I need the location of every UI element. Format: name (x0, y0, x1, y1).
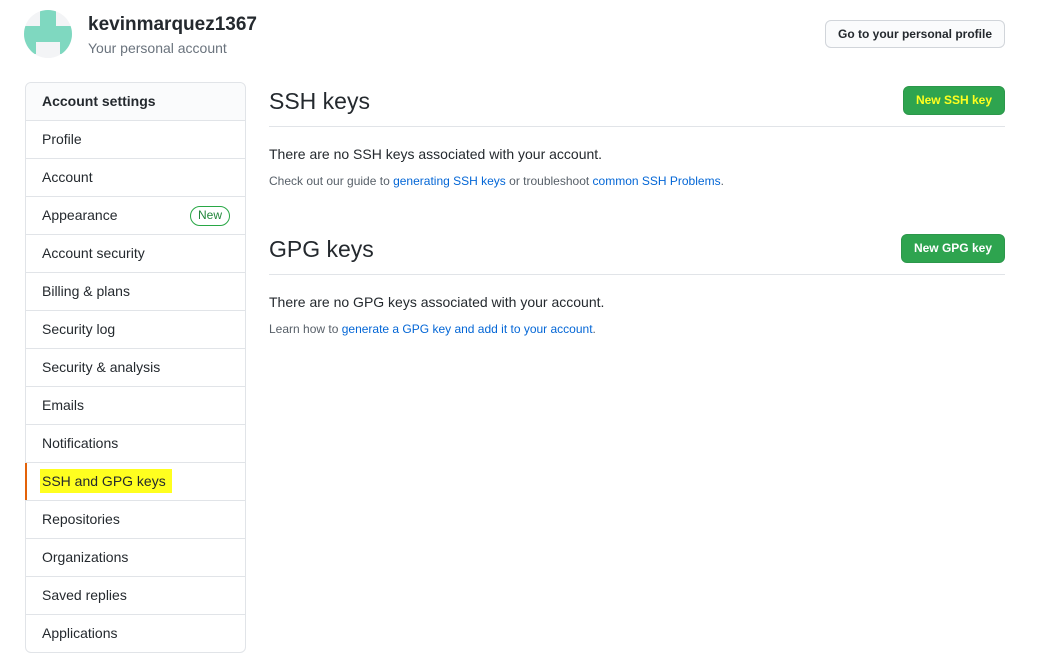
sidebar-item-label: Account (42, 169, 93, 185)
account-type-label: Your personal account (88, 40, 227, 56)
sidebar-item-label: Repositories (42, 511, 120, 527)
new-ssh-key-label: New SSH key (915, 93, 992, 107)
sidebar-item-billing[interactable]: Billing & plans (26, 273, 245, 311)
common-ssh-problems-link[interactable]: common SSH Problems (593, 174, 721, 188)
gpg-help-text: Learn how to generate a GPG key and add … (269, 322, 1005, 336)
sidebar-item-label: Billing & plans (42, 283, 130, 299)
gpg-keys-title: GPG keys (269, 236, 374, 262)
sidebar-item-security-analysis[interactable]: Security & analysis (26, 349, 245, 387)
ssh-help-prefix: Check out our guide to (269, 174, 394, 188)
sidebar-item-security-log[interactable]: Security log (26, 311, 245, 349)
sidebar-item-account[interactable]: Account (26, 159, 245, 197)
new-gpg-key-label: New GPG key (913, 241, 992, 255)
sidebar-item-label: Appearance (42, 207, 118, 223)
gpg-keys-section: GPG keys New GPG key There are no GPG ke… (269, 230, 1005, 336)
settings-sidebar: Account settings Profile Account Appeara… (25, 82, 246, 653)
sidebar-item-organizations[interactable]: Organizations (26, 539, 245, 577)
new-gpg-key-button[interactable]: New GPG key (900, 234, 1005, 263)
sidebar-item-label: Saved replies (42, 587, 127, 603)
sidebar-heading: Account settings (26, 83, 245, 121)
sidebar-item-label: Notifications (42, 435, 119, 451)
ssh-keys-header: SSH keys New SSH key (269, 82, 1005, 127)
sidebar-item-appearance[interactable]: Appearance New (26, 197, 245, 235)
sidebar-item-applications[interactable]: Applications (26, 615, 245, 652)
sidebar-item-saved-replies[interactable]: Saved replies (26, 577, 245, 615)
username[interactable]: kevinmarquez1367 (88, 14, 257, 36)
sidebar-item-label: SSH and GPG keys (40, 469, 172, 493)
sidebar-item-emails[interactable]: Emails (26, 387, 245, 425)
sidebar-item-profile[interactable]: Profile (26, 121, 245, 159)
go-to-profile-button[interactable]: Go to your personal profile (824, 20, 1005, 48)
generating-ssh-keys-link[interactable]: generating SSH keys (393, 174, 506, 188)
sidebar-item-label: Applications (42, 625, 118, 641)
sidebar-item-label: Account security (42, 245, 145, 261)
sidebar-item-label: Organizations (42, 549, 129, 565)
new-ssh-key-button[interactable]: New SSH key (902, 86, 1005, 115)
generate-gpg-key-link[interactable]: generate a GPG key and add it to your ac… (342, 322, 593, 336)
sidebar-item-account-security[interactable]: Account security (26, 235, 245, 273)
gpg-help-suffix: . (592, 322, 596, 336)
main-content: SSH keys New SSH key There are no SSH ke… (269, 82, 1005, 336)
gpg-help-prefix: Learn how to (269, 322, 342, 336)
sidebar-item-repositories[interactable]: Repositories (26, 501, 245, 539)
gpg-empty-message: There are no GPG keys associated with yo… (269, 294, 605, 310)
gpg-keys-header: GPG keys New GPG key (269, 230, 1005, 275)
sidebar-item-label: Emails (42, 397, 85, 413)
ssh-keys-title: SSH keys (269, 88, 370, 114)
sidebar-item-label: Security & analysis (42, 359, 161, 375)
ssh-keys-section: SSH keys New SSH key There are no SSH ke… (269, 82, 1005, 188)
sidebar-item-ssh-gpg-keys[interactable]: SSH and GPG keys (25, 463, 245, 501)
ssh-help-text: Check out our guide to generating SSH ke… (269, 174, 1005, 188)
new-badge: New (189, 206, 230, 226)
sidebar-item-label: Profile (42, 131, 82, 147)
ssh-help-middle: or troubleshoot (505, 174, 593, 188)
account-header: kevinmarquez1367 Your personal account G… (24, 10, 1005, 60)
avatar[interactable] (24, 10, 72, 58)
ssh-help-suffix: . (720, 174, 724, 188)
sidebar-item-notifications[interactable]: Notifications (26, 425, 245, 463)
sidebar-item-label: Security log (42, 321, 116, 337)
ssh-empty-message: There are no SSH keys associated with yo… (269, 146, 603, 162)
